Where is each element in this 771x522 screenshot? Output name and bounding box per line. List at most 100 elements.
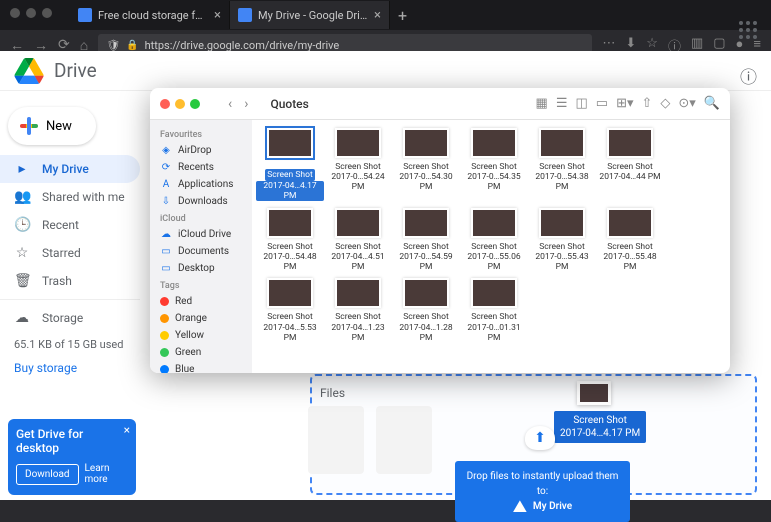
new-button[interactable]: New [8, 107, 96, 145]
desktop-cta: × Get Drive for desktop Download Learn m… [8, 419, 136, 495]
close-icon[interactable]: × [124, 423, 130, 437]
column-view-icon[interactable]: ◫ [575, 96, 587, 111]
file-item[interactable]: Screen Shot2017-0…54.38 PM [528, 128, 596, 202]
section-header: Favourites [150, 126, 252, 142]
sidebar-item[interactable]: ⟳Recents [150, 159, 252, 176]
file-thumb [267, 128, 313, 158]
tag-item[interactable]: Blue [150, 361, 252, 373]
file-thumb [267, 278, 313, 308]
action-icon[interactable]: ⊙▾ [678, 96, 695, 111]
tag-dot-icon [160, 314, 169, 323]
tag-item[interactable]: Yellow [150, 327, 252, 344]
browser-tab[interactable]: My Drive - Google Drive× [230, 1, 390, 29]
tag-dot-icon [160, 348, 169, 357]
file-item[interactable]: Screen Shot2017-0…54.35 PM [460, 128, 528, 202]
file-name: Screen Shot [256, 242, 324, 252]
file-item[interactable]: Screen Shot2017-04…1.28 PM [392, 278, 460, 342]
finder-icon: ◈ [160, 145, 172, 156]
file-thumb [607, 128, 653, 158]
finder-icon: ▭ [160, 263, 172, 274]
sidebar-item[interactable]: AApplications [150, 176, 252, 193]
file-name: Screen Shot [324, 162, 392, 172]
file-item[interactable]: Screen Shot2017-0…55.48 PM [596, 208, 664, 272]
file-name: Screen Shot [324, 242, 392, 252]
window-controls[interactable] [160, 99, 200, 109]
file-thumb [335, 208, 381, 238]
icon-view-icon[interactable]: ▦ [536, 96, 548, 111]
cta-title: Get Drive for desktop [16, 427, 128, 455]
file-subtitle: 2017-0…55.48 PM [596, 252, 664, 272]
sidebar-item[interactable]: ◈AirDrop [150, 142, 252, 159]
dragged-file-label: Screen Shot2017-04…4.17 PM [554, 411, 646, 443]
file-subtitle: 2017-0…01.31 PM [460, 323, 528, 343]
learn-more-link[interactable]: Learn more [85, 463, 128, 485]
file-item[interactable]: Screen Shot2017-04…1.23 PM [324, 278, 392, 342]
file-name: Screen Shot [392, 312, 460, 322]
sidebar-item-trash[interactable]: 🗑Trash [0, 267, 140, 295]
sidebar-item[interactable]: ▭Documents [150, 243, 252, 260]
finder-icon: ⟳ [160, 162, 172, 173]
back-icon[interactable]: ‹ [224, 96, 236, 112]
dragged-file-thumb [577, 381, 611, 405]
new-tab-button[interactable]: + [390, 6, 415, 25]
file-item[interactable]: Screen Shot2017-0…55.43 PM [528, 208, 596, 272]
group-icon[interactable]: ⊞▾ [616, 96, 633, 111]
sidebar-item[interactable]: ⇩Downloads [150, 193, 252, 210]
file-name: Screen Shot [528, 242, 596, 252]
sidebar-item-starred[interactable]: ☆Starred [0, 239, 140, 267]
file-item[interactable]: Screen Shot2017-0…54.24 PM [324, 128, 392, 202]
buy-storage-link[interactable]: Buy storage [0, 357, 140, 379]
file-subtitle: 2017-0…55.43 PM [528, 252, 596, 272]
file-item[interactable]: Screen Shot2017-04…44 PM [596, 128, 664, 202]
file-thumb [471, 128, 517, 158]
trash-icon: 🗑 [14, 273, 30, 289]
file-item[interactable]: Screen Shot2017-04…4.17 PM [256, 128, 324, 202]
tag-dot-icon [160, 365, 169, 373]
sidebar-item[interactable]: ▭Desktop [150, 260, 252, 277]
download-button[interactable]: Download [16, 464, 79, 485]
file-item[interactable]: Screen Shot2017-0…01.31 PM [460, 278, 528, 342]
window-controls[interactable] [10, 8, 52, 18]
forward-icon[interactable]: › [240, 96, 252, 112]
file-item[interactable]: Screen Shot2017-04…5.53 PM [256, 278, 324, 342]
info-icon[interactable]: ⓘ [740, 63, 757, 88]
gallery-view-icon[interactable]: ▭ [596, 96, 608, 111]
file-name: Screen Shot [324, 312, 392, 322]
file-thumb [403, 278, 449, 308]
lock-icon: 🔒 [126, 40, 138, 51]
file-subtitle: 2017-04…4.17 PM [256, 181, 324, 201]
tag-item[interactable]: Red [150, 293, 252, 310]
sidebar-item-storage[interactable]: ☁Storage [0, 299, 140, 332]
sidebar-item-mydrive[interactable]: ▸My Drive [0, 155, 140, 183]
tag-dot-icon [160, 331, 169, 340]
tag-icon[interactable]: ◇ [660, 96, 670, 111]
file-name: Screen Shot [528, 162, 596, 172]
file-name: Screen Shot [256, 312, 324, 322]
tag-item[interactable]: Green [150, 344, 252, 361]
file-thumb [267, 208, 313, 238]
file-item[interactable]: Screen Shot2017-0…55.06 PM [460, 208, 528, 272]
file-item[interactable]: Screen Shot2017-0…54.59 PM [392, 208, 460, 272]
file-item[interactable]: Screen Shot2017-0…54.48 PM [256, 208, 324, 272]
sidebar-item-recent[interactable]: 🕒Recent [0, 211, 140, 239]
search-icon[interactable]: 🔍 [704, 96, 720, 111]
section-header: Tags [150, 277, 252, 293]
drive-icon: ▸ [14, 161, 30, 177]
url-text: https://drive.google.com/drive/my-drive [145, 39, 340, 52]
file-thumb [403, 128, 449, 158]
file-item[interactable]: Screen Shot2017-0…54.30 PM [392, 128, 460, 202]
close-icon[interactable]: × [214, 8, 221, 23]
sidebar-item[interactable]: ☁iCloud Drive [150, 226, 252, 243]
file-thumb [607, 208, 653, 238]
file-subtitle: 2017-04…1.23 PM [324, 323, 392, 343]
share-icon[interactable]: ⇧ [641, 96, 652, 111]
finder-window: ‹› Quotes ▦ ☰ ◫ ▭ ⊞▾ ⇧ ◇ ⊙▾ 🔍 Favourites… [150, 88, 730, 373]
tag-item[interactable]: Orange [150, 310, 252, 327]
apps-icon[interactable] [739, 21, 757, 39]
star-icon: ☆ [14, 245, 30, 261]
list-view-icon[interactable]: ☰ [556, 96, 568, 111]
sidebar-item-shared[interactable]: 👥Shared with me [0, 183, 140, 211]
file-item[interactable]: Screen Shot2017-04…4.51 PM [324, 208, 392, 272]
close-icon[interactable]: × [374, 8, 381, 23]
browser-tab[interactable]: Free cloud storage for person…× [70, 1, 230, 29]
